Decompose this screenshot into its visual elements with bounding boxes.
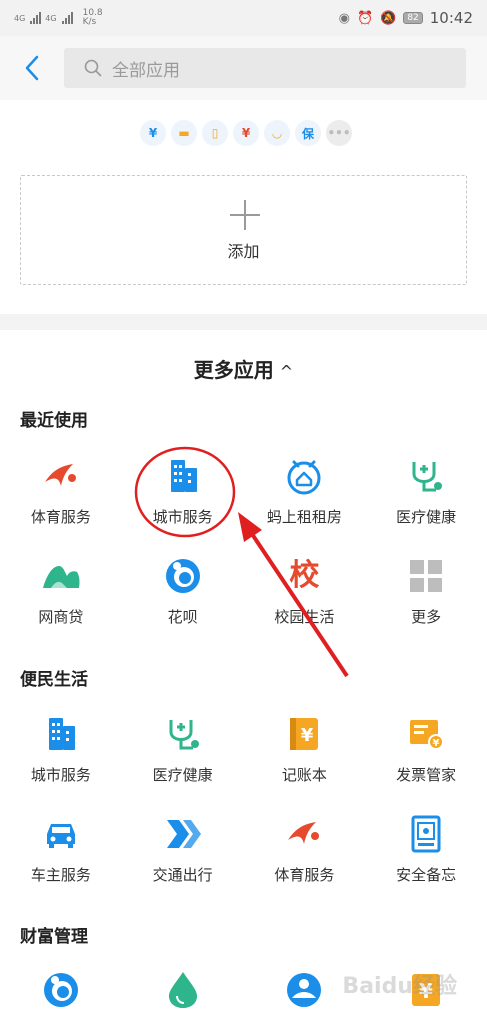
city-icon xyxy=(161,454,205,498)
city-icon xyxy=(39,712,83,756)
app-label: 城市服务 xyxy=(152,508,213,526)
caret-up-icon: ^ xyxy=(279,362,294,381)
search-input[interactable]: 全部应用 xyxy=(64,48,466,88)
signal-icon xyxy=(61,12,73,24)
status-bar: 4G 4G 10.8 K/s ◉ ⏰ 🔕 82 10:42 xyxy=(0,0,487,36)
house-icon xyxy=(282,454,326,498)
mute-bell-icon: 🔕 xyxy=(380,10,397,26)
invoice-icon: ¥ xyxy=(404,712,448,756)
app-label: 城市服务 xyxy=(30,766,91,784)
back-button[interactable] xyxy=(20,54,46,82)
money-bag-icon: ¥ xyxy=(233,120,259,146)
speed-unit: K/s xyxy=(82,17,97,27)
app-item[interactable] xyxy=(0,950,122,1016)
sports-icon xyxy=(39,454,83,498)
sports-icon xyxy=(282,812,326,856)
shield-icon: 保 xyxy=(295,120,321,146)
app-label: 体育服务 xyxy=(30,508,91,526)
app-label: 医疗健康 xyxy=(396,508,457,526)
favorite-mini-icons: ¥ ▬ ▯ ¥ ◡ 保 ••• xyxy=(140,120,352,146)
app-item[interactable]: 体育服务 xyxy=(244,794,366,894)
app-item[interactable]: 交通出行 xyxy=(122,794,244,894)
mountain-icon xyxy=(39,554,83,598)
safe-icon xyxy=(404,812,448,856)
app-label: 蚂上租租房 xyxy=(266,508,342,526)
signal-label-1: 4G xyxy=(14,13,26,23)
app-item[interactable]: 网商贷 xyxy=(0,536,122,636)
signal-icon xyxy=(30,12,42,24)
section-title: 便民生活 xyxy=(20,670,88,690)
favorites-panel: ¥ ▬ ▯ ¥ ◡ 保 ••• 添加 xyxy=(0,100,487,314)
app-item[interactable]: 车主服务 xyxy=(0,794,122,894)
app-item[interactable]: 安全备忘 xyxy=(365,794,487,894)
more-apps-panel: 更多应用 ^ 最近使用 体育服务 城市服务 蚂上租租房 医疗健康 网商贷 花呗校校园生活 更多便… xyxy=(0,330,487,1016)
add-label: 添加 xyxy=(227,242,260,261)
app-label: 发票管家 xyxy=(396,766,457,784)
ledger-icon: ¥ xyxy=(282,712,326,756)
app-item[interactable]: 花呗 xyxy=(122,536,244,636)
app-label: 记账本 xyxy=(281,766,327,784)
app-item[interactable]: 蚂上租租房 xyxy=(244,436,366,536)
section-title: 最近使用 xyxy=(20,411,88,431)
add-app-box[interactable]: 添加 xyxy=(20,175,467,285)
watermark: Baidu经验 xyxy=(342,974,457,999)
huabei-icon xyxy=(161,554,205,598)
status-left: 4G 4G 10.8 K/s xyxy=(14,9,103,27)
app-item[interactable]: 体育服务 xyxy=(0,436,122,536)
section-title: 财富管理 xyxy=(20,927,88,947)
campus-icon: 校 xyxy=(289,558,320,593)
app-item[interactable]: 更多 xyxy=(365,536,487,636)
alarm-icon: ⏰ xyxy=(356,10,374,26)
fund-icon xyxy=(282,968,326,1012)
app-label: 安全备忘 xyxy=(396,866,457,884)
app-item[interactable] xyxy=(122,950,244,1016)
yuan-circle-icon: ¥ xyxy=(140,120,166,146)
network-speed: 10.8 K/s xyxy=(83,9,103,27)
phone-icon: ▯ xyxy=(202,120,228,146)
app-label: 车主服务 xyxy=(30,866,91,884)
app-grid: 体育服务 城市服务 蚂上租租房 医疗健康 网商贷 花呗校校园生活 更多 xyxy=(0,436,487,636)
app-grid: 城市服务 医疗健康 ¥ 记账本 ¥ 发票管家车主服务 交通出行 体育服务 安全备忘 xyxy=(0,694,487,894)
chevron-left-icon xyxy=(25,55,39,81)
cup-icon: ◡ xyxy=(264,120,290,146)
eye-icon: ◉ xyxy=(338,10,350,26)
battery-icon: 82 xyxy=(403,12,423,24)
svg-text:¥: ¥ xyxy=(301,725,314,746)
svg-text:¥: ¥ xyxy=(433,738,440,749)
app-label: 花呗 xyxy=(167,608,198,626)
app-item[interactable]: ¥ 记账本 xyxy=(244,694,366,794)
top-bar: 全部应用 xyxy=(0,36,487,100)
app-item[interactable]: 校校园生活 xyxy=(244,536,366,636)
app-item[interactable]: 医疗健康 xyxy=(122,694,244,794)
app-item[interactable]: ¥ 发票管家 xyxy=(365,694,487,794)
huabei-icon xyxy=(39,968,83,1012)
search-placeholder: 全部应用 xyxy=(112,60,180,81)
plus-icon xyxy=(230,200,260,230)
signal-label-2: 4G xyxy=(45,13,57,23)
medical-icon xyxy=(404,454,448,498)
status-time: 10:42 xyxy=(429,9,473,27)
app-label: 网商贷 xyxy=(38,608,84,626)
app-label: 校园生活 xyxy=(274,608,335,626)
card-icon: ▬ xyxy=(171,120,197,146)
app-label: 更多 xyxy=(411,608,442,626)
more-apps-title-text: 更多应用 xyxy=(193,358,274,382)
app-item[interactable]: 医疗健康 xyxy=(365,436,487,536)
drop-icon xyxy=(161,968,205,1012)
transport-icon xyxy=(161,812,205,856)
grid-more-icon xyxy=(404,554,448,598)
car-icon xyxy=(39,812,83,856)
app-label: 交通出行 xyxy=(152,866,213,884)
app-label: 体育服务 xyxy=(274,866,335,884)
search-icon xyxy=(84,59,102,77)
more-apps-title[interactable]: 更多应用 ^ xyxy=(0,354,487,383)
app-item[interactable]: 城市服务 xyxy=(0,694,122,794)
more-dots-icon: ••• xyxy=(326,120,352,146)
app-label: 医疗健康 xyxy=(152,766,213,784)
app-item[interactable]: 城市服务 xyxy=(122,436,244,536)
status-right: ◉ ⏰ 🔕 82 10:42 xyxy=(339,9,473,27)
medical-icon xyxy=(161,712,205,756)
